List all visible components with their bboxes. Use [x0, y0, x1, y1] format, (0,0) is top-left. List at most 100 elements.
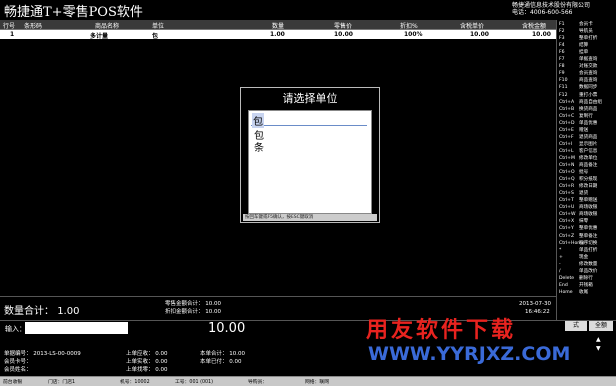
unit-input[interactable]: 包: [251, 113, 367, 128]
shortcut-item[interactable]: F8 对账交款: [559, 63, 597, 69]
shortcut-key: Ctrl+C: [559, 113, 575, 119]
date-value: 2013-07-30: [519, 301, 551, 307]
shortcut-item[interactable]: F10 商品查询: [559, 77, 597, 83]
shortcut-item[interactable]: F2 导航员: [559, 28, 593, 34]
status-machine: 机号：10002: [120, 380, 150, 385]
shortcut-key: F3: [559, 36, 565, 42]
shortcut-key: Ctrl+Z: [559, 233, 575, 239]
current-paid: 本单已付： 0.00: [200, 359, 242, 365]
shortcut-label: 商场收银: [579, 205, 598, 211]
shortcut-item[interactable]: Ctrl+B 换货商品: [559, 106, 597, 112]
shortcut-key: End: [559, 282, 568, 288]
all-button[interactable]: 全额: [589, 321, 613, 331]
shortcut-label: 商场收银: [579, 212, 598, 218]
qty-total-label: 数量合计：: [4, 306, 54, 317]
company-info: 畅捷通信息技术股份有限公司 电话：4006-600-566: [512, 2, 590, 16]
shortcut-item[interactable]: Ctrl+O 批号: [559, 169, 588, 175]
shortcut-key: Ctrl+U: [559, 205, 575, 211]
shortcut-item[interactable]: Ctrl+Z 整单备注: [559, 233, 597, 239]
shortcut-item[interactable]: F7 单据查询: [559, 56, 597, 62]
shortcut-item[interactable]: Ctrl+Q 积分抵现: [559, 176, 597, 182]
amount-totals: 零售金额合计： 10.00 折扣金额合计： 10.00: [165, 300, 221, 316]
shortcut-item[interactable]: + 现金: [559, 254, 588, 260]
col-header: 含税单价: [460, 23, 485, 30]
shortcut-item[interactable]: F11 数据同步: [559, 84, 597, 90]
shortcut-label: 修改数量: [579, 261, 598, 267]
shortcut-item[interactable]: F6 挂单: [559, 49, 588, 55]
qty-total-value: 1.00: [57, 306, 80, 317]
shortcut-label: 重打小票: [579, 92, 598, 98]
select-unit-dialog: 请选择单位 包 包 条 按回车键或F5确认，按ESC键取消: [240, 87, 380, 223]
col-header: 商品名称: [95, 23, 120, 30]
shortcut-label: 整单打折: [579, 36, 598, 42]
shortcut-key: F1: [559, 22, 565, 27]
status-network: 网络：联网: [305, 380, 329, 385]
table-row[interactable]: 1 多计量 包 1.00 10.00 100% 10.00 10.00: [0, 30, 556, 40]
barcode-input[interactable]: [25, 322, 128, 334]
shortcut-item[interactable]: Ctrl+E 赠送: [559, 127, 588, 133]
bill-no: 单据编号： 2013-LS-00-0009: [4, 351, 81, 357]
shortcut-item[interactable]: Ctrl+N 商品备注: [559, 162, 597, 168]
shortcut-key: Ctrl+F: [559, 134, 574, 140]
shortcut-label: 复制行: [579, 113, 593, 119]
scroll-down-icon[interactable]: ▼: [596, 345, 601, 352]
shortcut-item[interactable]: Ctrl+C 复制行: [559, 113, 593, 119]
shortcut-item[interactable]: F4 结算: [559, 42, 588, 48]
shortcut-sidebar: F1 会员卡 F2 导航员 F3 整单打折 F4 结算 F6 挂单 F7 单据查询 F8 对账交款 F9 会员…: [556, 20, 616, 320]
shortcut-item[interactable]: Ctrl+A 商品自由组: [559, 99, 602, 105]
shortcut-item[interactable]: Ctrl+R 修改日期: [559, 183, 597, 189]
shortcut-key: F7: [559, 57, 565, 63]
cell-unit: 包: [152, 33, 159, 40]
shortcut-label: 单品打折: [579, 247, 598, 253]
col-header: 含税金额: [522, 23, 547, 30]
shortcut-key: Ctrl+O: [559, 170, 575, 176]
shortcut-key: Ctrl+M: [559, 155, 575, 161]
shortcut-item[interactable]: * 单品打折: [559, 247, 597, 253]
unit-list-box[interactable]: 包 包 条: [248, 110, 372, 214]
shortcut-item[interactable]: Ctrl+D 单品优惠: [559, 120, 597, 126]
shortcut-label: 修改日期: [579, 184, 598, 190]
shortcut-item[interactable]: Ctrl+S 退货: [559, 190, 588, 196]
shortcut-item[interactable]: F12 重打小票: [559, 92, 597, 98]
shortcut-label: 删除行: [579, 275, 593, 281]
current-amount: 10.00: [208, 321, 246, 336]
shortcut-key: Ctrl+B: [559, 106, 575, 112]
shortcut-item[interactable]: - 修改数量: [559, 261, 597, 267]
last-change: 上单找零： 0.00: [126, 367, 168, 373]
shortcut-item[interactable]: Ctrl+T 整单赠送: [559, 197, 597, 203]
style-button[interactable]: 式: [565, 321, 587, 331]
time-value: 16:46:22: [525, 309, 550, 315]
shortcut-item[interactable]: Ctrl+M 修改单位: [559, 155, 597, 161]
shortcut-item[interactable]: / 单品改价: [559, 268, 597, 274]
shortcut-label: 单品改价: [579, 268, 598, 274]
shortcut-item[interactable]: F1 会员卡: [559, 21, 593, 27]
shortcut-item[interactable]: Ctrl+W 商场收银: [559, 211, 597, 217]
shortcut-item[interactable]: Ctrl+I 显示图片: [559, 141, 597, 147]
shortcut-item[interactable]: F3 整单打折: [559, 35, 597, 41]
shortcut-item[interactable]: Home 收尾: [559, 289, 588, 295]
unit-option[interactable]: 条: [254, 139, 264, 154]
shortcut-item[interactable]: F9 会员查询: [559, 70, 597, 76]
shortcut-key: Ctrl+S: [559, 191, 574, 197]
shortcut-item[interactable]: Ctrl+L 客户信息: [559, 148, 597, 154]
discount-total: 折扣金额合计： 10.00: [165, 309, 221, 315]
shortcut-key: Delete: [559, 275, 575, 281]
shortcut-key: Ctrl+D: [559, 120, 575, 126]
shortcut-key: F6: [559, 50, 565, 56]
watermark-logo: 用友软件下载: [366, 318, 517, 343]
qty-total: 数量合计： 1.00: [4, 302, 79, 317]
input-label: 输入：: [5, 325, 26, 333]
shortcut-key: Ctrl+L: [559, 148, 574, 154]
shortcut-item[interactable]: Ctrl+F 退货商品: [559, 134, 597, 140]
shortcut-label: 抹零: [579, 219, 589, 225]
shortcut-item[interactable]: End 开钱箱: [559, 282, 593, 288]
shortcut-item[interactable]: Ctrl+Y 整单优惠: [559, 225, 597, 231]
status-store: 门店：门店1: [48, 380, 76, 385]
shortcut-item[interactable]: Ctrl+U 商场收银: [559, 204, 597, 210]
shortcut-item[interactable]: Ctrl+X 抹零: [559, 218, 588, 224]
status-operator: 工号：001 (001): [175, 380, 213, 385]
shortcut-item[interactable]: Delete 删除行: [559, 275, 593, 281]
shortcut-key: F12: [559, 92, 568, 98]
scroll-up-icon[interactable]: ▲: [596, 336, 601, 343]
shortcut-item[interactable]: Ctrl+Home程序切换: [559, 240, 597, 246]
